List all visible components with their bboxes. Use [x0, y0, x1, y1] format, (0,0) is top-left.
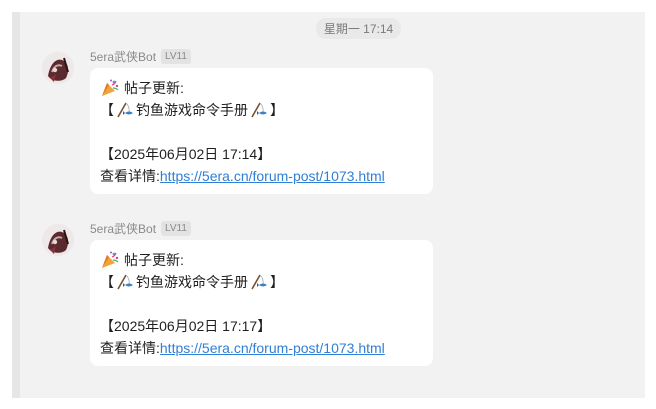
- post-date: 【2025年06月02日 17:17】: [100, 318, 272, 334]
- post-bracket-close: 】: [270, 274, 284, 290]
- timestamp-label: 星期一 17:14: [315, 18, 402, 39]
- fishing-rod-icon: [117, 102, 133, 118]
- post-link[interactable]: https://5era.cn/forum-post/1073.html: [160, 165, 385, 187]
- post-update-title: 帖子更新:: [124, 80, 184, 96]
- post-title: 钓鱼游戏命令手册: [136, 274, 248, 290]
- detail-label: 查看详情:: [100, 168, 160, 184]
- party-popper-icon: [102, 79, 119, 96]
- post-link[interactable]: https://5era.cn/forum-post/1073.html: [160, 337, 385, 359]
- detail-label: 查看详情:: [100, 340, 160, 356]
- sender-avatar[interactable]: [42, 52, 74, 84]
- post-bracket-open: 【: [100, 274, 114, 290]
- fishing-rod-icon: [117, 274, 133, 290]
- message-bubble[interactable]: 帖子更新: 【 钓鱼游戏命令手册 】: [90, 68, 433, 194]
- party-popper-icon: [102, 251, 119, 268]
- fishing-rod-icon: [251, 274, 267, 290]
- sender-info: 5era武侠Bot LV11: [90, 48, 191, 64]
- sender-name[interactable]: 5era武侠Bot: [90, 48, 156, 65]
- time-separator: 星期一 17:14: [20, 18, 645, 39]
- post-bracket-close: 】: [270, 102, 284, 118]
- sender-info: 5era武侠Bot LV11: [90, 220, 191, 236]
- post-bracket-open: 【: [100, 102, 114, 118]
- message-bubble[interactable]: 帖子更新: 【 钓鱼游戏命令手册 】: [90, 240, 433, 366]
- sender-avatar[interactable]: [42, 224, 74, 256]
- post-date: 【2025年06月02日 17:14】: [100, 146, 272, 162]
- post-update-title: 帖子更新:: [124, 252, 184, 268]
- fishing-rod-icon: [251, 102, 267, 118]
- level-badge: LV11: [161, 220, 191, 236]
- post-title: 钓鱼游戏命令手册: [136, 102, 248, 118]
- level-badge: LV11: [161, 48, 191, 64]
- sender-name[interactable]: 5era武侠Bot: [90, 220, 156, 237]
- chat-panel: 星期一 17:14 5era武侠Bot LV11 帖子更新: 【 钓鱼游戏命令手…: [12, 12, 645, 398]
